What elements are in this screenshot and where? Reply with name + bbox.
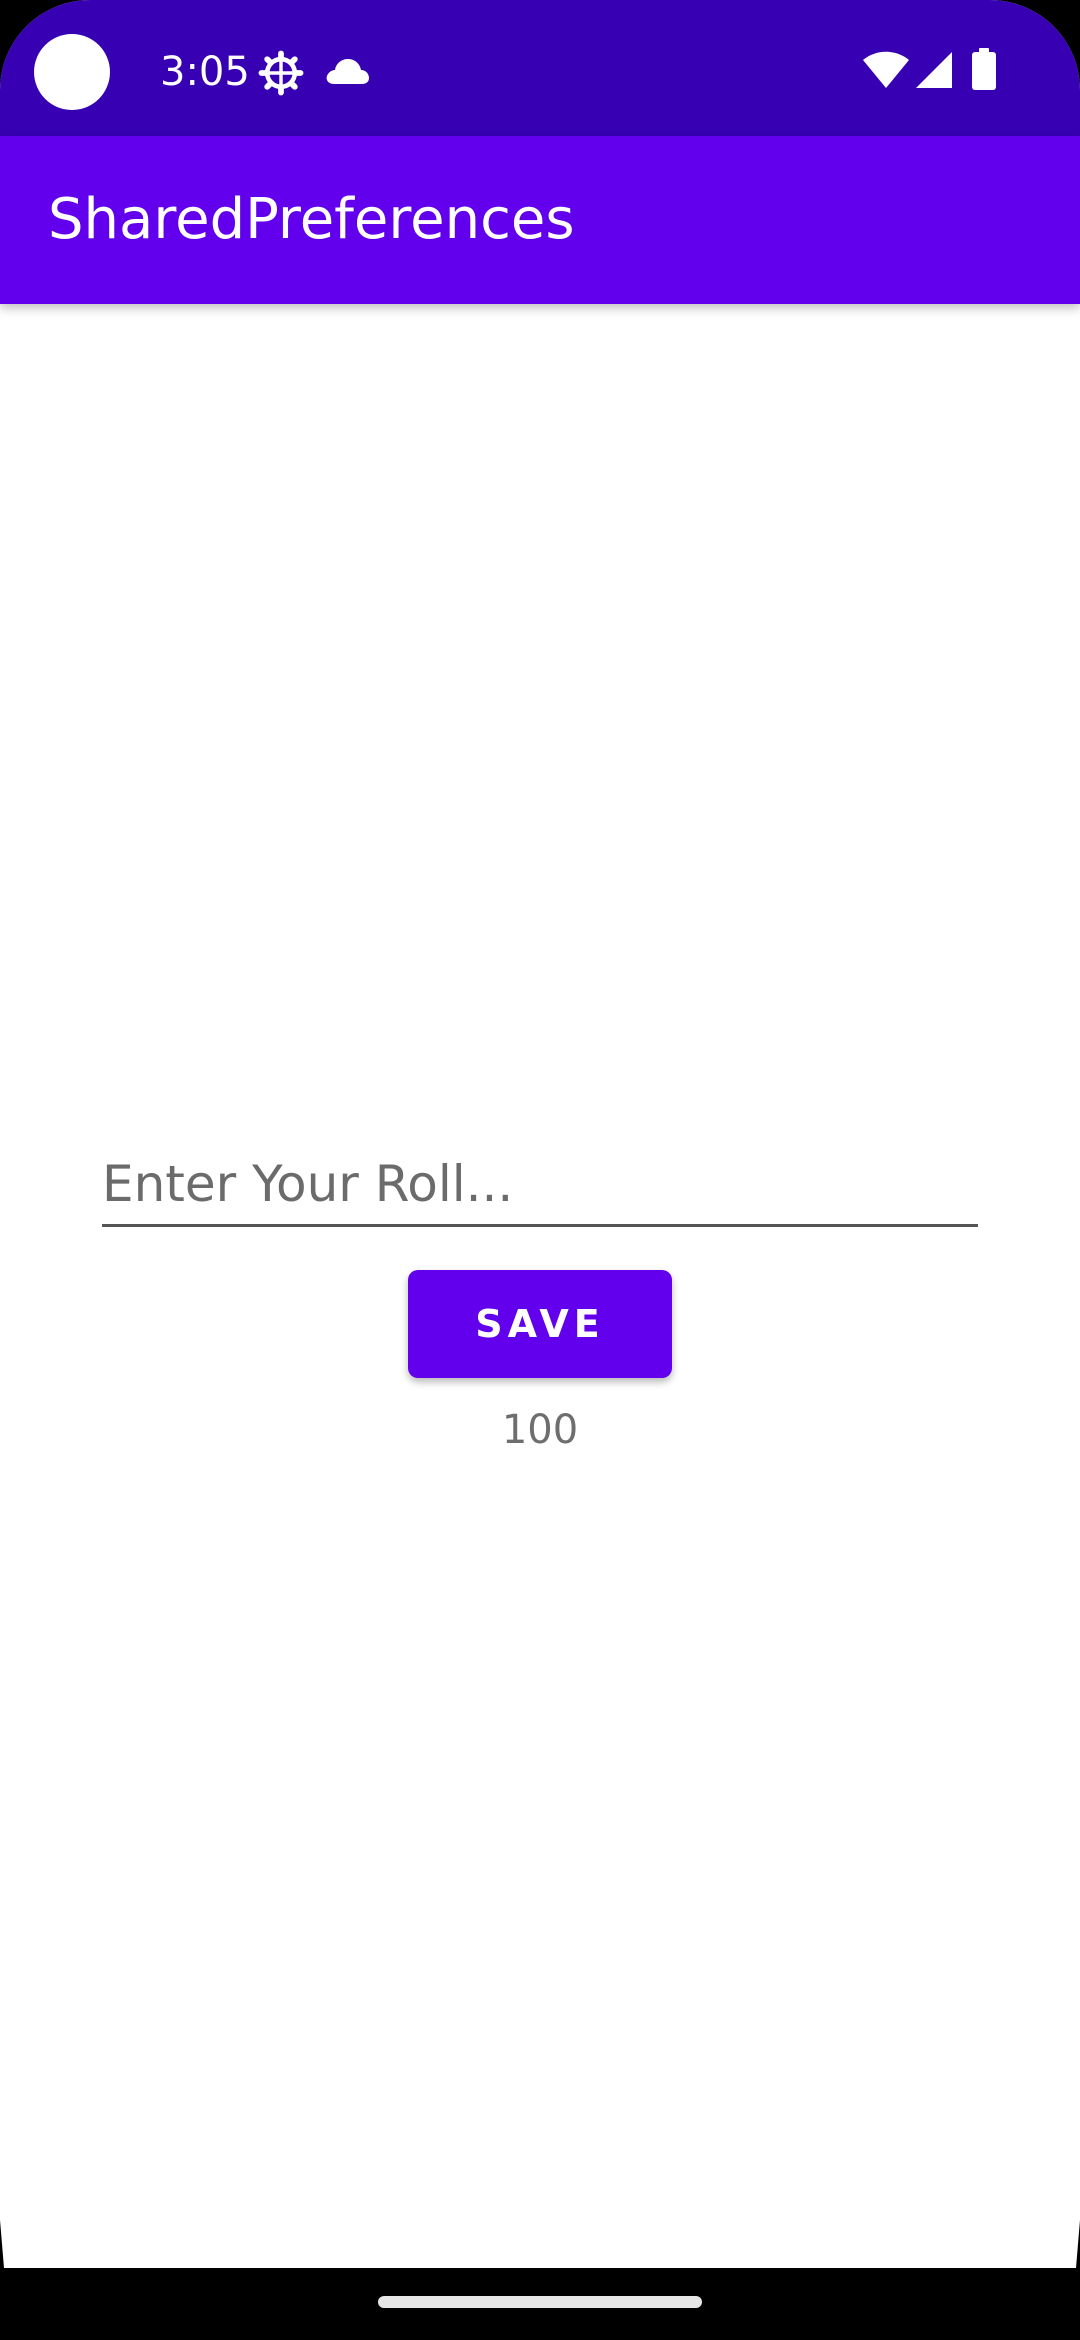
app-title: SharedPreferences: [48, 187, 575, 252]
status-bar: 3:05: [0, 0, 1080, 136]
cellular-signal-icon: [916, 52, 952, 88]
save-button[interactable]: SAVE: [408, 1270, 672, 1378]
settings-gear-icon: [258, 50, 304, 96]
battery-icon: [972, 48, 996, 90]
roll-input[interactable]: [102, 1144, 978, 1227]
main-content: SAVE 100: [0, 304, 1080, 2270]
wifi-icon: [863, 51, 909, 88]
camera-cutout: [34, 34, 110, 110]
app-bar: SharedPreferences: [0, 136, 1080, 304]
app-screen: 3:05 SharedPreferences Enter Your Roll..…: [0, 0, 1080, 2340]
cloud-icon: [326, 59, 369, 84]
home-gesture-handle[interactable]: [378, 2296, 702, 2308]
status-time: 3:05: [160, 49, 250, 95]
saved-roll-text: 100: [501, 1407, 579, 1453]
